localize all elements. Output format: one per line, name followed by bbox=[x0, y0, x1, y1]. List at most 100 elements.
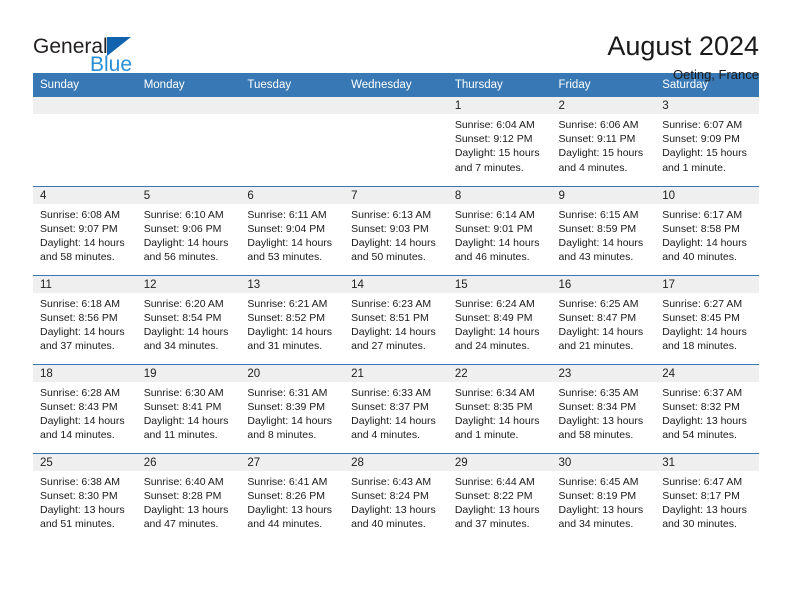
sunrise-text: Sunrise: 6:45 AM bbox=[558, 475, 639, 488]
day-cell[interactable]: 31 Sunrise: 6:47 AM Sunset: 8:17 PM Dayligh… bbox=[655, 452, 759, 542]
sunset-text: Sunset: 8:59 PM bbox=[558, 222, 637, 235]
day-cell[interactable]: 26 Sunrise: 6:40 AM Sunset: 8:28 PM Dayligh… bbox=[136, 452, 241, 542]
day-cell[interactable]: 21 Sunrise: 6:33 AM Sunset: 8:37 PM Dayligh… bbox=[344, 363, 448, 453]
daylight-text: Daylight: 14 hours and 31 minutes. bbox=[247, 325, 333, 353]
sunset-text: Sunset: 9:06 PM bbox=[143, 222, 222, 235]
day-cell[interactable]: 23 Sunrise: 6:35 AM Sunset: 8:34 PM Dayligh… bbox=[551, 363, 656, 453]
day-cell[interactable]: 27 Sunrise: 6:41 AM Sunset: 8:26 PM Dayligh… bbox=[240, 452, 345, 542]
day-cell-empty bbox=[344, 97, 448, 186]
day-cell[interactable]: 4 Sunrise: 6:08 AM Sunset: 9:07 PM Daylight… bbox=[33, 185, 137, 275]
day-number: 19 bbox=[136, 364, 241, 382]
day-cell[interactable]: 16 Sunrise: 6:25 AM Sunset: 8:47 PM Dayligh… bbox=[551, 274, 656, 364]
weekday-header-thursday: Thursday bbox=[447, 73, 552, 97]
day-cell[interactable]: 19 Sunrise: 6:30 AM Sunset: 8:41 PM Dayligh… bbox=[136, 363, 241, 453]
day-number: 18 bbox=[33, 364, 137, 382]
sunset-text: Sunset: 8:28 PM bbox=[143, 489, 222, 502]
daylight-text: Daylight: 13 hours and 40 minutes. bbox=[351, 503, 436, 531]
day-number: 3 bbox=[655, 97, 759, 114]
weekday-header-wednesday: Wednesday bbox=[344, 73, 448, 97]
day-cell[interactable]: 3 Sunrise: 6:07 AM Sunset: 9:09 PM Daylight… bbox=[655, 97, 759, 186]
sunset-text: Sunset: 8:22 PM bbox=[454, 489, 533, 502]
sunset-text: Sunset: 8:19 PM bbox=[558, 489, 637, 502]
day-cell[interactable]: 13 Sunrise: 6:21 AM Sunset: 8:52 PM Dayligh… bbox=[240, 274, 345, 364]
daylight-text: Daylight: 13 hours and 44 minutes. bbox=[247, 503, 333, 531]
daylight-text: Daylight: 14 hours and 27 minutes. bbox=[351, 325, 436, 353]
daylight-text: Daylight: 14 hours and 11 minutes. bbox=[143, 414, 229, 442]
sunrise-text: Sunrise: 6:13 AM bbox=[351, 208, 432, 221]
sunrise-text: Sunrise: 6:34 AM bbox=[454, 386, 535, 399]
daylight-text: Daylight: 13 hours and 37 minutes. bbox=[454, 503, 540, 531]
day-number bbox=[136, 97, 241, 114]
sunrise-text: Sunrise: 6:41 AM bbox=[247, 475, 328, 488]
day-number: 23 bbox=[551, 364, 656, 382]
day-cell-body: Sunrise: 6:31 AM Sunset: 8:39 PM Daylight:… bbox=[240, 382, 344, 443]
calendar-week-row: 4 Sunrise: 6:08 AM Sunset: 9:07 PM Daylight… bbox=[33, 185, 759, 275]
day-cell[interactable]: 14 Sunrise: 6:23 AM Sunset: 8:51 PM Dayligh… bbox=[344, 274, 448, 364]
sunset-text: Sunset: 8:49 PM bbox=[454, 311, 533, 324]
day-number: 25 bbox=[33, 453, 137, 471]
day-cell-body: Sunrise: 6:41 AM Sunset: 8:26 PM Daylight:… bbox=[240, 471, 344, 532]
sunset-text: Sunset: 8:24 PM bbox=[351, 489, 429, 502]
sunset-text: Sunset: 8:30 PM bbox=[40, 489, 118, 502]
day-cell[interactable]: 25 Sunrise: 6:38 AM Sunset: 8:30 PM Dayligh… bbox=[33, 452, 137, 542]
day-cell[interactable]: 9 Sunrise: 6:15 AM Sunset: 8:59 PM Daylight… bbox=[551, 185, 656, 275]
general-blue-logo: General Blue bbox=[33, 30, 183, 78]
sunset-text: Sunset: 9:11 PM bbox=[558, 133, 636, 146]
day-cell[interactable]: 22 Sunrise: 6:34 AM Sunset: 8:35 PM Dayligh… bbox=[447, 363, 552, 453]
day-cell-body: Sunrise: 6:28 AM Sunset: 8:43 PM Daylight:… bbox=[33, 382, 137, 443]
sunset-text: Sunset: 8:26 PM bbox=[247, 489, 326, 502]
daylight-text: Daylight: 14 hours and 43 minutes. bbox=[558, 236, 644, 264]
day-cell[interactable]: 7 Sunrise: 6:13 AM Sunset: 9:03 PM Daylight… bbox=[344, 185, 448, 275]
day-number: 9 bbox=[551, 186, 656, 204]
day-cell[interactable]: 17 Sunrise: 6:27 AM Sunset: 8:45 PM Dayligh… bbox=[655, 274, 759, 364]
day-cell-body: Sunrise: 6:14 AM Sunset: 9:01 PM Daylight:… bbox=[448, 204, 552, 265]
day-number: 7 bbox=[344, 186, 448, 204]
day-cell-empty bbox=[136, 97, 241, 186]
day-cell[interactable]: 30 Sunrise: 6:45 AM Sunset: 8:19 PM Dayligh… bbox=[551, 452, 656, 542]
daylight-text: Daylight: 14 hours and 40 minutes. bbox=[662, 236, 747, 264]
daylight-text: Daylight: 14 hours and 1 minute. bbox=[454, 414, 540, 442]
day-cell[interactable]: 6 Sunrise: 6:11 AM Sunset: 9:04 PM Daylight… bbox=[240, 185, 345, 275]
sunset-text: Sunset: 8:17 PM bbox=[662, 489, 740, 502]
day-cell[interactable]: 2 Sunrise: 6:06 AM Sunset: 9:11 PM Daylight… bbox=[551, 97, 656, 186]
day-number: 8 bbox=[447, 186, 552, 204]
daylight-text: Daylight: 13 hours and 47 minutes. bbox=[143, 503, 229, 531]
daylight-text: Daylight: 13 hours and 51 minutes. bbox=[40, 503, 125, 531]
day-cell[interactable]: 12 Sunrise: 6:20 AM Sunset: 8:54 PM Dayligh… bbox=[136, 274, 241, 364]
sunrise-text: Sunrise: 6:11 AM bbox=[247, 208, 327, 221]
day-cell[interactable]: 20 Sunrise: 6:31 AM Sunset: 8:39 PM Dayligh… bbox=[240, 363, 345, 453]
day-cell[interactable]: 11 Sunrise: 6:18 AM Sunset: 8:56 PM Dayligh… bbox=[33, 274, 137, 364]
sunset-text: Sunset: 8:54 PM bbox=[143, 311, 222, 324]
day-cell-body: Sunrise: 6:17 AM Sunset: 8:58 PM Daylight:… bbox=[655, 204, 759, 265]
daylight-text: Daylight: 15 hours and 4 minutes. bbox=[558, 147, 644, 174]
daylight-text: Daylight: 13 hours and 58 minutes. bbox=[558, 414, 644, 442]
day-cell[interactable]: 10 Sunrise: 6:17 AM Sunset: 8:58 PM Dayligh… bbox=[655, 185, 759, 275]
day-cell-empty bbox=[240, 97, 345, 186]
day-cell-body: Sunrise: 6:45 AM Sunset: 8:19 PM Daylight:… bbox=[552, 471, 656, 532]
day-cell[interactable]: 24 Sunrise: 6:37 AM Sunset: 8:32 PM Dayligh… bbox=[655, 363, 759, 453]
calendar-page: General Blue August 2024 Oeting, France … bbox=[0, 0, 792, 612]
day-number: 16 bbox=[551, 275, 656, 293]
day-cell-body: Sunrise: 6:33 AM Sunset: 8:37 PM Daylight:… bbox=[344, 382, 448, 443]
sunrise-text: Sunrise: 6:31 AM bbox=[247, 386, 328, 399]
day-number: 14 bbox=[344, 275, 448, 293]
day-cell-body: Sunrise: 6:47 AM Sunset: 8:17 PM Daylight:… bbox=[655, 471, 759, 532]
day-cell[interactable]: 8 Sunrise: 6:14 AM Sunset: 9:01 PM Daylight… bbox=[447, 185, 552, 275]
day-cell-body: Sunrise: 6:18 AM Sunset: 8:56 PM Daylight:… bbox=[33, 293, 137, 354]
sunrise-text: Sunrise: 6:07 AM bbox=[662, 119, 743, 131]
day-cell[interactable]: 29 Sunrise: 6:44 AM Sunset: 8:22 PM Dayligh… bbox=[447, 452, 552, 542]
sunrise-text: Sunrise: 6:27 AM bbox=[662, 297, 743, 310]
day-cell[interactable]: 1 Sunrise: 6:04 AM Sunset: 9:12 PM Daylight… bbox=[447, 97, 552, 186]
day-cell-body: Sunrise: 6:04 AM Sunset: 9:12 PM Daylight:… bbox=[448, 114, 552, 175]
daylight-text: Daylight: 14 hours and 34 minutes. bbox=[143, 325, 229, 353]
day-number: 31 bbox=[655, 453, 759, 471]
page-title: August 2024 bbox=[607, 31, 759, 61]
page-header: General Blue August 2024 Oeting, France bbox=[0, 0, 792, 82]
daylight-text: Daylight: 14 hours and 4 minutes. bbox=[351, 414, 436, 442]
day-cell-body: Sunrise: 6:13 AM Sunset: 9:03 PM Daylight:… bbox=[344, 204, 448, 265]
day-cell[interactable]: 15 Sunrise: 6:24 AM Sunset: 8:49 PM Dayligh… bbox=[447, 274, 552, 364]
day-cell[interactable]: 18 Sunrise: 6:28 AM Sunset: 8:43 PM Dayligh… bbox=[33, 363, 137, 453]
day-cell[interactable]: 28 Sunrise: 6:43 AM Sunset: 8:24 PM Dayligh… bbox=[344, 452, 448, 542]
sunset-text: Sunset: 8:37 PM bbox=[351, 400, 429, 413]
day-cell[interactable]: 5 Sunrise: 6:10 AM Sunset: 9:06 PM Daylight… bbox=[136, 185, 241, 275]
